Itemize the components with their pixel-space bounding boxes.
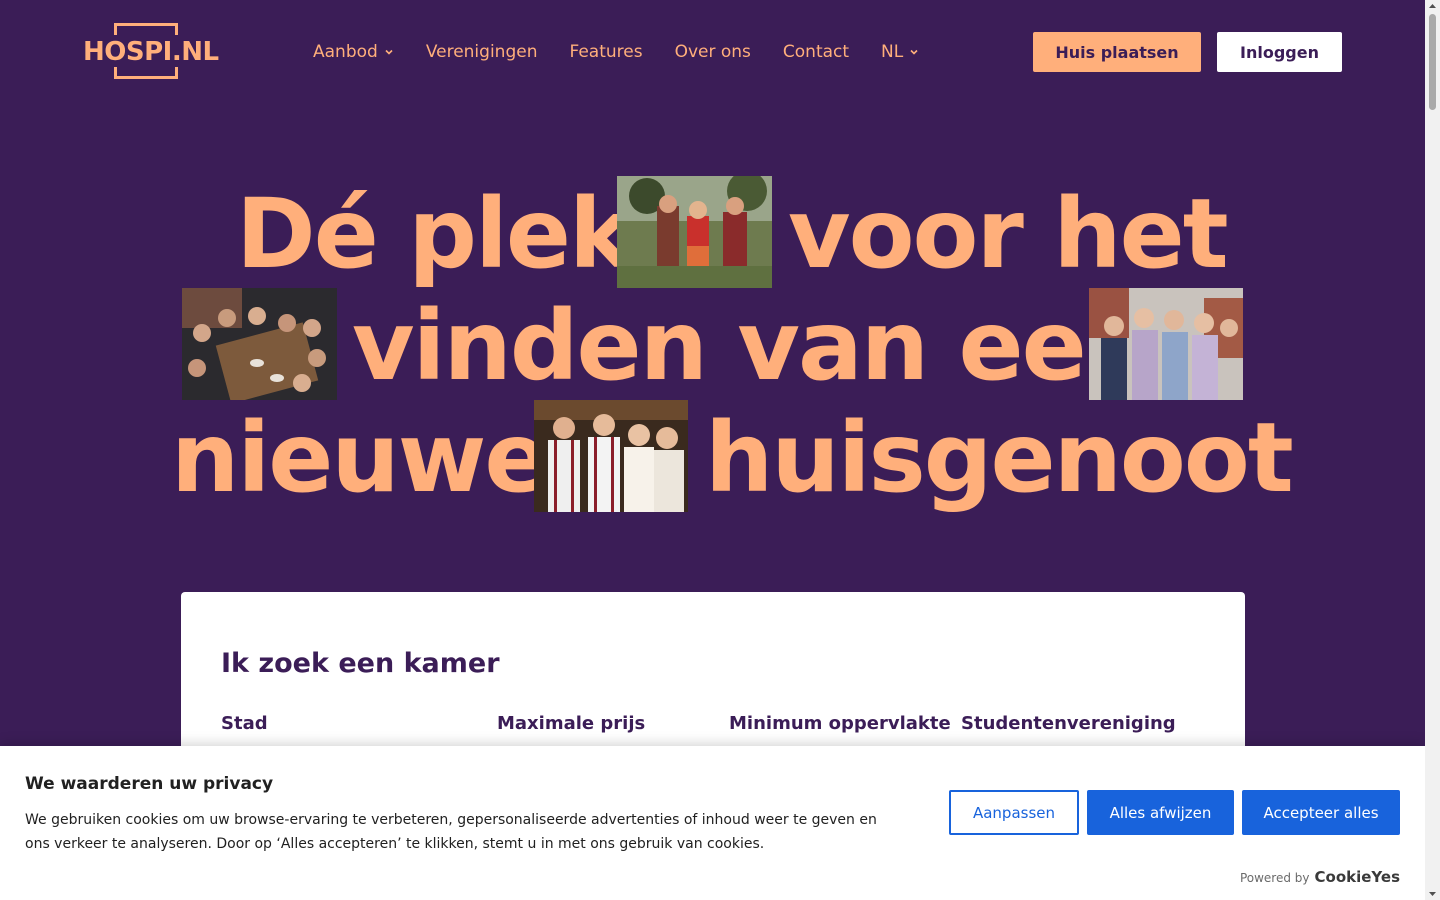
nav-label: Aanbod bbox=[313, 42, 378, 62]
hero-line2: vinden van een bbox=[352, 290, 1153, 402]
hospi-logo[interactable]: HOSPI.NL bbox=[83, 23, 219, 81]
powered-by-label: Powered by bbox=[1239, 871, 1310, 885]
nav-item-aanbod[interactable]: Aanbod bbox=[313, 42, 394, 62]
nav-label: NL bbox=[881, 42, 904, 62]
nav-label: Contact bbox=[782, 42, 850, 62]
logo-text: HOSPI.NL bbox=[83, 37, 219, 67]
place-house-button[interactable]: Huis plaatsen bbox=[1033, 32, 1201, 72]
hero-photo-dinner bbox=[182, 288, 337, 400]
nav-label: Over ons bbox=[674, 42, 751, 62]
filter-label-min-area: Minimum oppervlakte bbox=[729, 713, 951, 734]
scroll-up-arrow-icon[interactable] bbox=[1428, 2, 1437, 10]
chevron-down-icon bbox=[910, 49, 918, 55]
scroll-down-arrow-icon[interactable] bbox=[1428, 890, 1437, 898]
main-nav: Aanbod Verenigingen Features Over ons Co… bbox=[313, 38, 951, 66]
cookie-banner: We waarderen uw privacy We gebruiken coo… bbox=[0, 746, 1425, 900]
hero-line1-right: voor het bbox=[788, 178, 1229, 290]
cookie-title: We waarderen uw privacy bbox=[25, 774, 274, 794]
cookieyes-credit[interactable]: Powered by CookieYes bbox=[1240, 868, 1400, 886]
nav-item-language[interactable]: NL bbox=[881, 42, 919, 62]
nav-item-verenigingen[interactable]: Verenigingen bbox=[426, 42, 538, 62]
cookieyes-logo: CookieYes bbox=[1314, 868, 1401, 886]
nav-item-features[interactable]: Features bbox=[569, 42, 642, 62]
filter-label-student-association: Studentenvereniging bbox=[961, 713, 1176, 734]
hero-photo-friends bbox=[1089, 288, 1244, 400]
nav-label: Verenigingen bbox=[425, 42, 538, 62]
hero-photo-party bbox=[534, 400, 689, 512]
vertical-scrollbar[interactable] bbox=[1425, 0, 1440, 900]
filter-label-max-price: Maximale prijs bbox=[497, 713, 646, 734]
cookie-accept-button[interactable]: Accepteer alles bbox=[1242, 790, 1400, 835]
cookie-description: We gebruiken cookies om uw browse-ervari… bbox=[25, 812, 877, 852]
logo-bracket-top bbox=[114, 23, 178, 35]
hero-line1-left: Dé plek bbox=[236, 178, 633, 290]
hero-line3-left: nieuwe bbox=[171, 402, 549, 514]
nav-item-contact[interactable]: Contact bbox=[783, 42, 849, 62]
cookie-reject-button[interactable]: Alles afwijzen bbox=[1087, 790, 1234, 835]
login-button[interactable]: Inloggen bbox=[1217, 32, 1342, 72]
scrollbar-thumb[interactable] bbox=[1429, 14, 1436, 110]
nav-label: Features bbox=[569, 42, 643, 62]
page: HOSPI.NL Aanbod Verenigingen Features Ov… bbox=[0, 0, 1425, 900]
hero-photo-festival bbox=[617, 176, 772, 288]
cookie-customize-button[interactable]: Aanpassen bbox=[949, 790, 1079, 835]
chevron-down-icon bbox=[385, 49, 393, 55]
logo-bracket-bottom bbox=[114, 67, 178, 79]
hero-line3-right: huisgenoot bbox=[705, 402, 1294, 514]
nav-item-over-ons[interactable]: Over ons bbox=[675, 42, 751, 62]
filter-label-city: Stad bbox=[221, 713, 268, 734]
search-card-title: Ik zoek een kamer bbox=[221, 648, 500, 679]
